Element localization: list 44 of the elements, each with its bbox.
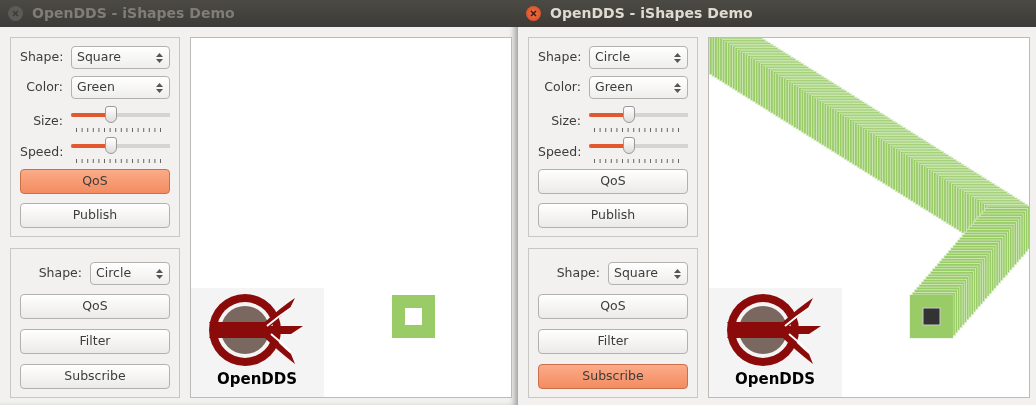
spinner-arrows-icon bbox=[674, 267, 681, 280]
spinner-arrows-icon bbox=[674, 81, 681, 94]
slider-handle[interactable] bbox=[104, 106, 117, 123]
dropdown[interactable]: Circle bbox=[90, 262, 170, 285]
push-button[interactable]: Subscribe bbox=[20, 364, 170, 389]
logo-text: OpenDDS bbox=[734, 372, 815, 387]
close-icon bbox=[12, 10, 19, 17]
field-label: Color: bbox=[25, 78, 63, 97]
window-title: OpenDDS - iShapes Demo bbox=[32, 4, 235, 23]
dropdown[interactable]: Square bbox=[608, 262, 688, 285]
push-button[interactable]: Filter bbox=[20, 329, 170, 354]
push-button[interactable]: Filter bbox=[538, 329, 688, 354]
field-label: Speed: bbox=[20, 143, 63, 162]
push-button[interactable]: Publish bbox=[20, 203, 170, 228]
dropdown[interactable]: Square bbox=[71, 46, 170, 69]
dropdown[interactable]: Green bbox=[71, 76, 170, 99]
spinner-arrows-icon bbox=[156, 81, 163, 94]
slider-handle[interactable] bbox=[622, 106, 635, 123]
field-label: Shape: bbox=[555, 264, 600, 283]
push-button[interactable]: QoS bbox=[538, 294, 688, 319]
slider-handle[interactable] bbox=[622, 137, 635, 154]
push-button[interactable]: QoS bbox=[538, 169, 688, 194]
square-shape bbox=[392, 295, 435, 338]
spinner-arrows-icon bbox=[674, 51, 681, 64]
push-button[interactable]: Subscribe bbox=[538, 364, 688, 389]
dropdown[interactable]: Circle bbox=[589, 46, 688, 69]
dropdown[interactable]: Green bbox=[589, 76, 688, 99]
field-label: Shape: bbox=[20, 48, 63, 67]
spinner-arrows-icon bbox=[156, 51, 163, 64]
field-label: Shape: bbox=[37, 264, 82, 283]
push-button[interactable]: QoS bbox=[20, 169, 170, 194]
window-title: OpenDDS - iShapes Demo bbox=[550, 4, 753, 23]
close-button[interactable] bbox=[526, 6, 541, 21]
push-button[interactable]: QoS bbox=[20, 294, 170, 319]
field-label: Size: bbox=[550, 112, 581, 131]
spinner-arrows-icon bbox=[156, 267, 163, 280]
close-icon bbox=[530, 10, 537, 17]
logo-text: OpenDDS bbox=[216, 372, 297, 387]
field-label: Size: bbox=[32, 112, 63, 131]
field-label: Speed: bbox=[538, 143, 581, 162]
field-label: Shape: bbox=[538, 48, 581, 67]
field-label: Color: bbox=[543, 78, 581, 97]
push-button[interactable]: Publish bbox=[538, 203, 688, 228]
slider-handle[interactable] bbox=[104, 137, 117, 154]
